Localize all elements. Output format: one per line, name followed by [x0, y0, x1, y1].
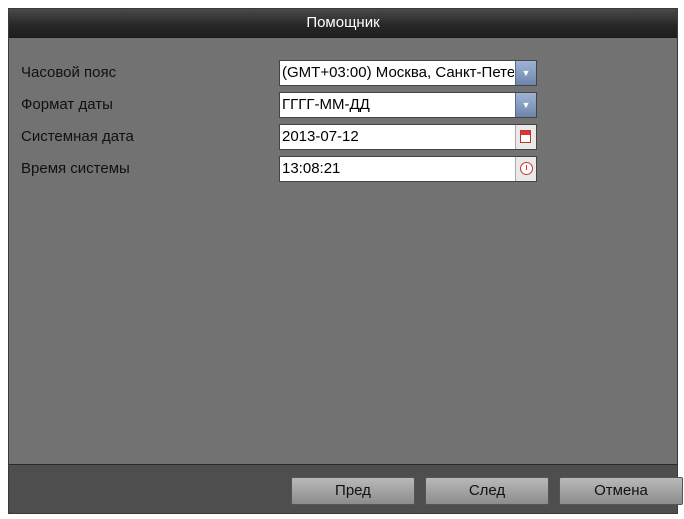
calendar-icon	[520, 130, 531, 143]
timezone-value: (GMT+03:00) Москва, Санкт-Петербург	[282, 64, 514, 81]
date-format-label: Формат даты	[21, 96, 113, 113]
cancel-button[interactable]: Отмена	[559, 477, 683, 505]
timezone-row: Часовой пояс (GMT+03:00) Москва, Санкт-П…	[9, 60, 677, 88]
system-date-label: Системная дата	[21, 128, 134, 145]
chevron-down-icon[interactable]: ▼	[515, 93, 536, 117]
clock-icon	[520, 162, 533, 175]
dialog-body: Часовой пояс (GMT+03:00) Москва, Санкт-П…	[9, 38, 677, 466]
prev-button[interactable]: Пред	[291, 477, 415, 505]
system-time-value: 13:08:21	[282, 160, 341, 177]
date-format-row: Формат даты ГГГГ-ММ-ДД ▼	[9, 92, 677, 120]
system-time-label: Время системы	[21, 160, 130, 177]
clock-button[interactable]	[515, 157, 536, 181]
system-time-input[interactable]: 13:08:21	[279, 156, 537, 182]
date-format-value: ГГГГ-ММ-ДД	[282, 96, 370, 113]
dialog-title: Помощник	[9, 9, 677, 38]
system-date-value: 2013-07-12	[282, 128, 359, 145]
timezone-select[interactable]: (GMT+03:00) Москва, Санкт-Петербург ▼	[279, 60, 537, 86]
next-button[interactable]: След	[425, 477, 549, 505]
dialog-footer: Пред След Отмена	[9, 464, 683, 513]
timezone-label: Часовой пояс	[21, 64, 117, 81]
system-date-row: Системная дата 2013-07-12	[9, 124, 677, 152]
chevron-down-icon[interactable]: ▼	[515, 61, 536, 85]
system-date-input[interactable]: 2013-07-12	[279, 124, 537, 150]
date-format-select[interactable]: ГГГГ-ММ-ДД ▼	[279, 92, 537, 118]
calendar-button[interactable]	[515, 125, 536, 149]
wizard-dialog: Помощник Часовой пояс (GMT+03:00) Москва…	[8, 8, 683, 514]
system-time-row: Время системы 13:08:21	[9, 156, 677, 184]
